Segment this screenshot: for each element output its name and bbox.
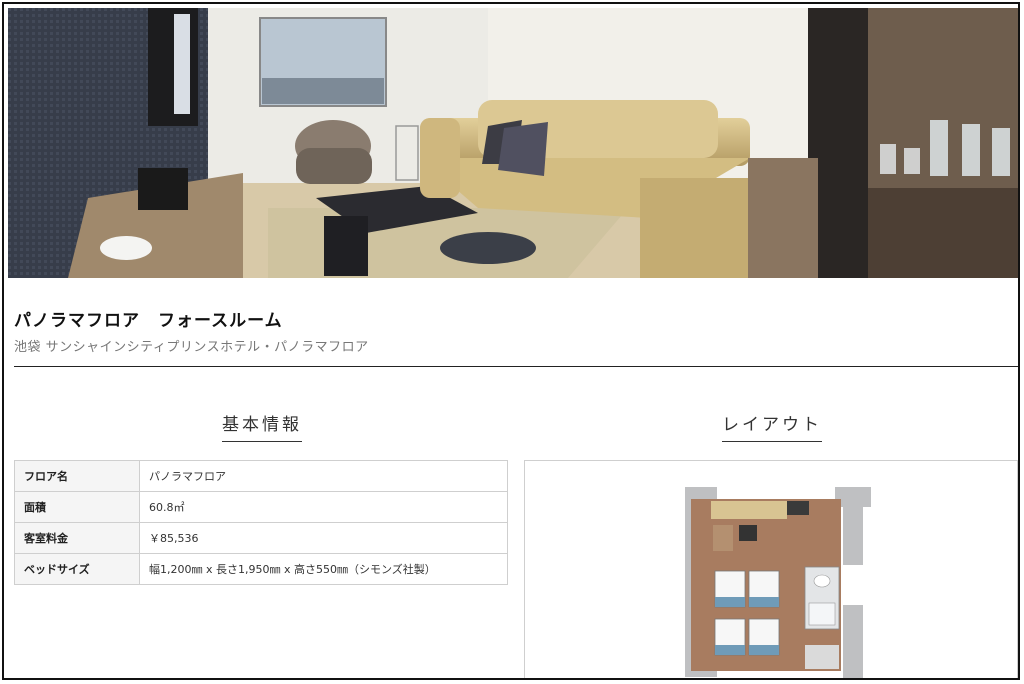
row-value: 60.8㎡ <box>139 491 508 523</box>
table-row: フロア名 パノラマフロア <box>14 460 508 492</box>
row-label: 面積 <box>14 491 140 523</box>
row-label: ベッドサイズ <box>14 553 140 585</box>
row-label: フロア名 <box>14 460 140 492</box>
room-photo <box>8 8 1018 278</box>
table-row: 面積 60.8㎡ <box>14 491 508 523</box>
row-value: 幅1,200㎜ x 長さ1,950㎜ x 高さ550㎜（シモンズ社製） <box>139 553 508 585</box>
floor-plan <box>683 485 873 678</box>
row-value: ￥85,536 <box>139 522 508 554</box>
table-row: 客室料金 ￥85,536 <box>14 522 508 554</box>
basic-info-heading: 基本情報 <box>222 410 302 442</box>
table-row: ベッドサイズ 幅1,200㎜ x 長さ1,950㎜ x 高さ550㎜（シモンズ社… <box>14 553 508 585</box>
divider <box>14 366 1018 367</box>
row-label: 客室料金 <box>14 522 140 554</box>
hotel-name: 池袋 サンシャインシティプリンスホテル・パノラマフロア <box>14 340 369 355</box>
room-info-table: フロア名 パノラマフロア 面積 60.8㎡ 客室料金 ￥85,536 ベッドサイ… <box>14 460 508 585</box>
page-frame: パノラマフロア フォースルーム 池袋 サンシャインシティプリンスホテル・パノラマ… <box>2 2 1020 680</box>
row-value: パノラマフロア <box>139 460 508 492</box>
floor-plan-container <box>524 460 1018 678</box>
room-title: パノラマフロア フォースルーム <box>14 311 283 331</box>
layout-heading: レイアウト <box>722 410 822 442</box>
